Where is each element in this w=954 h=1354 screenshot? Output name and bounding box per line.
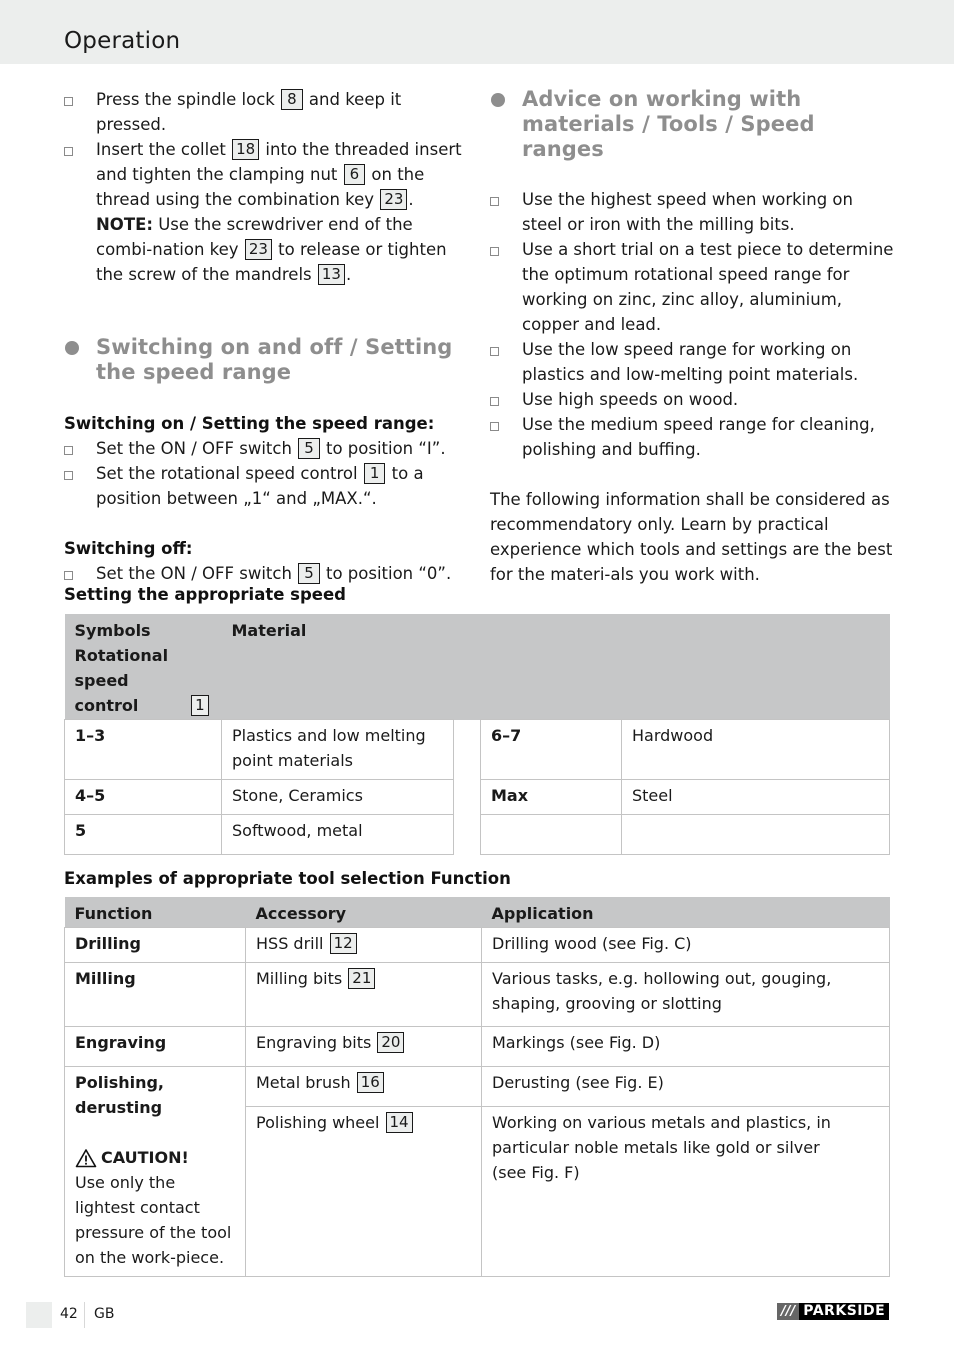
header-application: Application	[481, 897, 890, 928]
switch-off-title: Switching off:	[64, 539, 193, 558]
checkbox-bullet-icon	[64, 147, 73, 156]
checkbox-bullet-icon	[490, 347, 499, 356]
reference-number: 1	[191, 695, 209, 716]
checkbox-bullet-icon	[64, 446, 73, 455]
switch-on-list: Set the ON / OFF switch 5 to position “I…	[64, 436, 468, 511]
list-item: Use high speeds on wood.	[490, 387, 894, 412]
header-function: Function	[64, 897, 246, 928]
table-header-row: Function Accessory Application	[64, 897, 890, 928]
reference-number: 6	[343, 164, 366, 185]
caution-text: Use only the lightest contact pressure o…	[75, 1173, 232, 1267]
reference-number: 14	[385, 1112, 413, 1133]
reference-number: 13	[317, 264, 345, 285]
footer-divider	[84, 1302, 85, 1328]
list-item: Use a short trial on a test piece to det…	[490, 237, 894, 337]
page-title: Operation	[64, 28, 181, 54]
list-item: Set the rotational speed control 1 to a …	[64, 461, 468, 511]
table-row: Engraving Engraving bits 20 Markings (se…	[64, 1026, 890, 1067]
reference-number: 23	[380, 189, 408, 210]
header-symbols: Symbols Rotational speed control 1	[64, 614, 222, 720]
reference-number: 21	[348, 968, 376, 989]
footer-marker	[26, 1302, 52, 1328]
table-row: Drilling HSS drill 12 Drilling wood (see…	[64, 927, 890, 963]
table-header-row: Symbols Rotational speed control 1 Mater…	[64, 614, 890, 720]
tool-selection-table: Function Accessory Application Drilling …	[64, 897, 890, 1277]
reference-number: 16	[356, 1072, 384, 1093]
speed-table-title: Setting the appropriate speed	[64, 585, 346, 604]
section-heading-advice: Advice on working with materials / Tools…	[490, 87, 894, 162]
checkbox-bullet-icon	[64, 97, 73, 106]
checkbox-bullet-icon	[490, 422, 499, 431]
table-row: Polishing, derusting CAUTION! Use only t…	[64, 1066, 890, 1277]
language-code: GB	[94, 1306, 115, 1322]
page-number: 42	[60, 1306, 78, 1322]
brand-name: PARKSIDE	[799, 1303, 890, 1320]
table-row: Milling Milling bits 21 Various tasks, e…	[64, 962, 890, 1027]
bullet-dot-icon	[65, 341, 79, 355]
reference-number: 12	[329, 933, 357, 954]
reference-number: 8	[281, 89, 303, 110]
parkside-logo: /// PARKSIDE	[777, 1303, 890, 1320]
list-item: Use the highest speed when working on st…	[490, 187, 894, 237]
list-item: Press the spindle lock 8 and keep it pre…	[64, 87, 468, 137]
left-column: Press the spindle lock 8 and keep it pre…	[64, 87, 468, 586]
reference-number: 5	[298, 563, 320, 584]
intro-list: Press the spindle lock 8 and keep it pre…	[64, 87, 468, 287]
right-column: Advice on working with materials / Tools…	[490, 87, 894, 587]
switch-off-list: Set the ON / OFF switch 5 to position “0…	[64, 561, 468, 586]
list-item: Insert the collet 18 into the threaded i…	[64, 137, 468, 287]
switch-on-title: Switching on / Setting the speed range:	[64, 414, 435, 433]
advice-list: Use the highest speed when working on st…	[490, 187, 894, 462]
checkbox-bullet-icon	[490, 397, 499, 406]
recommendation-paragraph: The following information shall be consi…	[490, 490, 893, 584]
reference-number: 23	[244, 239, 272, 260]
reference-number: 1	[363, 463, 386, 484]
header-accessory: Accessory	[245, 897, 482, 928]
header-material: Material	[221, 614, 890, 720]
checkbox-bullet-icon	[490, 197, 499, 206]
tool-table-title: Examples of appropriate tool selection F…	[64, 869, 511, 888]
bullet-dot-icon	[491, 93, 505, 107]
list-item: Set the ON / OFF switch 5 to position “I…	[64, 436, 468, 461]
list-item: Use the low speed range for working on p…	[490, 337, 894, 387]
section-heading-switching: Switching on and off / Setting the speed…	[64, 335, 468, 385]
list-item: Set the ON / OFF switch 5 to position “0…	[64, 561, 468, 586]
caution-label: CAUTION!	[75, 1145, 235, 1170]
table-row: 1–3 Plastics and low melting point mater…	[64, 719, 890, 855]
reference-number: 5	[298, 438, 320, 459]
brand-slashes: ///	[777, 1303, 800, 1320]
checkbox-bullet-icon	[64, 571, 73, 580]
reference-number: 18	[232, 139, 260, 160]
speed-table: Symbols Rotational speed control 1 Mater…	[64, 614, 890, 855]
checkbox-bullet-icon	[64, 471, 73, 480]
note-label: NOTE:	[96, 215, 153, 234]
checkbox-bullet-icon	[490, 247, 499, 256]
warning-triangle-icon	[75, 1148, 97, 1167]
list-item: Use the medium speed range for cleaning,…	[490, 412, 894, 462]
reference-number: 20	[377, 1032, 405, 1053]
